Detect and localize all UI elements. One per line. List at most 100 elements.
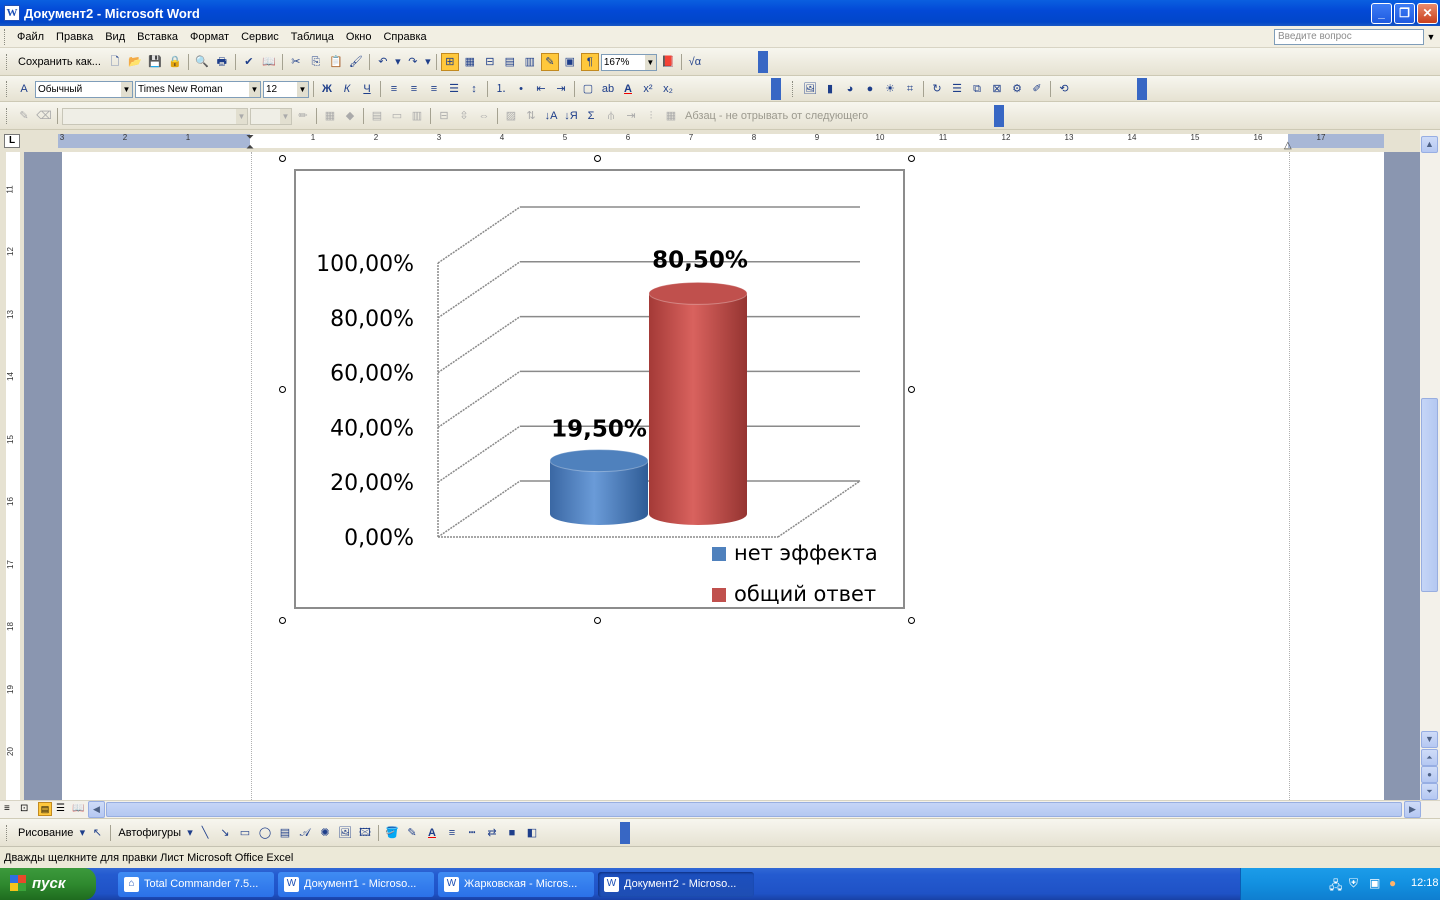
resize-handle[interactable]: [279, 617, 286, 624]
line-style-select[interactable]: ▼: [62, 107, 248, 125]
tables-borders-icon[interactable]: ▦: [461, 53, 479, 71]
superscript-icon[interactable]: x²: [639, 80, 657, 98]
help-search-input[interactable]: Введите вопрос: [1274, 29, 1424, 45]
permission-icon[interactable]: 🔒: [166, 53, 184, 71]
menu-view[interactable]: Вид: [99, 26, 131, 48]
hscroll-thumb[interactable]: [106, 802, 1402, 817]
horizontal-ruler[interactable]: L 3 2 1 1 2 3 4 5 6 7 8 9 10 11 12 13 14 15 16 17 ⏷ ⏶ △: [0, 130, 1420, 153]
zoom-select[interactable]: 167% ▼: [600, 53, 657, 71]
fill-color-icon[interactable]: 🪣: [383, 824, 401, 842]
increase-indent-icon[interactable]: ⇥: [552, 80, 570, 98]
font-size-select[interactable]: 12 ▼: [263, 80, 309, 98]
scroll-down-icon[interactable]: ▼: [1421, 731, 1438, 748]
oval-icon[interactable]: ◯: [256, 824, 274, 842]
autoformat-icon[interactable]: ▨: [502, 107, 520, 125]
3d-icon[interactable]: ◧: [523, 824, 541, 842]
excel-chart-object[interactable]: 0,00% 20,00% 40,00% 60,00% 80,00% 100,00% 19,…: [294, 169, 905, 609]
line-icon[interactable]: ╲: [196, 824, 214, 842]
pie-icon[interactable]: ◕: [841, 80, 859, 98]
spelling-icon[interactable]: ✔: [240, 53, 258, 71]
tray-shield-icon[interactable]: ⛨: [1349, 876, 1358, 891]
tray-app-icon[interactable]: ●: [1389, 876, 1396, 890]
align-center-icon[interactable]: ≡: [405, 80, 423, 98]
compress-icon[interactable]: ⧉: [968, 80, 986, 98]
text-direction-icon[interactable]: ⇅: [522, 107, 540, 125]
style-select[interactable]: Обычный ▼: [35, 80, 133, 98]
new-doc-icon[interactable]: 🗋: [106, 53, 124, 71]
italic-button[interactable]: К: [338, 80, 356, 98]
drawing-dropdown-icon[interactable]: ▾: [78, 824, 86, 842]
menu-format[interactable]: Формат: [184, 26, 235, 48]
format-object-icon[interactable]: ⚙: [1008, 80, 1026, 98]
menu-grip[interactable]: [4, 28, 8, 45]
undo-icon[interactable]: ↶: [374, 53, 392, 71]
crop-icon[interactable]: ⌗: [901, 80, 919, 98]
menu-table[interactable]: Таблица: [285, 26, 340, 48]
task-document2[interactable]: W Документ2 - Microso...: [598, 872, 754, 897]
prev-page-icon[interactable]: ⏶: [1421, 749, 1438, 766]
help-dropdown-icon[interactable]: ▼: [1425, 29, 1437, 45]
chart-type-icon[interactable]: ▮: [821, 80, 839, 98]
diagram-icon[interactable]: ✺: [316, 824, 334, 842]
set-transparent-icon[interactable]: ✐: [1028, 80, 1046, 98]
tray-network-icon[interactable]: 🖧: [1329, 876, 1342, 897]
normal-view-icon[interactable]: ≡: [4, 803, 10, 814]
bold-button[interactable]: Ж: [318, 80, 336, 98]
tray-window-icon[interactable]: ▣: [1369, 876, 1380, 890]
menu-edit[interactable]: Правка: [50, 26, 99, 48]
sphere-icon[interactable]: ●: [861, 80, 879, 98]
line-spacing-icon[interactable]: ↕: [465, 80, 483, 98]
insert-table-icon[interactable]: ▤: [368, 107, 386, 125]
numbering-icon[interactable]: ⒈: [492, 80, 510, 98]
toolbar-options-icon[interactable]: [1137, 78, 1147, 100]
browse-object-icon[interactable]: ●: [1421, 766, 1438, 783]
insert-column-icon[interactable]: ⫛: [602, 107, 620, 125]
restore-button[interactable]: ❐: [1394, 3, 1415, 24]
font-select[interactable]: Times New Roman ▼: [135, 80, 261, 98]
task-zharkovskaya[interactable]: W Жарковская - Micros...: [438, 872, 594, 897]
scroll-right-icon[interactable]: ▶: [1404, 801, 1421, 818]
print-preview-icon[interactable]: 🔍: [193, 53, 211, 71]
subscript-icon[interactable]: x₂: [659, 80, 677, 98]
resize-handle[interactable]: [594, 617, 601, 624]
rectangle-icon[interactable]: ▭: [236, 824, 254, 842]
toolbar-grip[interactable]: [6, 54, 10, 70]
drawing-menu-button[interactable]: Рисование: [15, 824, 76, 842]
align-left-icon[interactable]: ≡: [385, 80, 403, 98]
outline-view-icon[interactable]: ☰: [56, 803, 65, 814]
toolbar-grip[interactable]: [6, 108, 10, 124]
vertical-scrollbar[interactable]: ▲ ▼ ⏶ ● ⏷: [1420, 130, 1440, 800]
resize-handle[interactable]: [908, 155, 915, 162]
align-right-icon[interactable]: ≡: [425, 80, 443, 98]
styles-pane-icon[interactable]: A: [15, 80, 33, 98]
document-map-icon[interactable]: ▣: [561, 53, 579, 71]
toolbar-grip[interactable]: [6, 825, 10, 841]
toolbar-options-icon[interactable]: [994, 105, 1004, 127]
drawing-icon[interactable]: ✎: [540, 53, 559, 71]
font-color-icon[interactable]: A: [619, 80, 637, 98]
autoshapes-dropdown-icon[interactable]: ▾: [186, 824, 194, 842]
menu-window[interactable]: Окно: [340, 26, 378, 48]
insert-table-icon[interactable]: ⊟: [481, 53, 499, 71]
draw-table-icon[interactable]: ✎: [15, 107, 33, 125]
cut-icon[interactable]: ✂: [287, 53, 305, 71]
sort-asc-icon[interactable]: ↓A: [542, 107, 560, 125]
hyperlink-icon[interactable]: ⊞: [440, 53, 459, 71]
scroll-thumb[interactable]: [1421, 398, 1438, 592]
arrow-icon[interactable]: ↘: [216, 824, 234, 842]
horizontal-scrollbar[interactable]: ≡ ⊡ ▤ ☰ 📖 ◀ ▶: [0, 800, 1440, 818]
border-icon[interactable]: ▢: [579, 80, 597, 98]
menu-help[interactable]: Справка: [377, 26, 432, 48]
save-as-button[interactable]: Сохранить как...: [15, 53, 104, 71]
decrease-indent-icon[interactable]: ⇤: [532, 80, 550, 98]
copy-icon[interactable]: ⎘: [307, 53, 325, 71]
borders-icon[interactable]: ▦: [321, 107, 339, 125]
next-page-icon[interactable]: ⏷: [1421, 783, 1438, 800]
align-cell-icon[interactable]: ⊟: [435, 107, 453, 125]
close-button[interactable]: ✕: [1417, 3, 1438, 24]
save-icon[interactable]: 💾: [146, 53, 164, 71]
toolbar-options-icon[interactable]: [758, 51, 768, 73]
menu-insert[interactable]: Вставка: [131, 26, 184, 48]
toolbar-options-icon[interactable]: [771, 78, 781, 100]
insert-excel-icon[interactable]: ▤: [501, 53, 519, 71]
